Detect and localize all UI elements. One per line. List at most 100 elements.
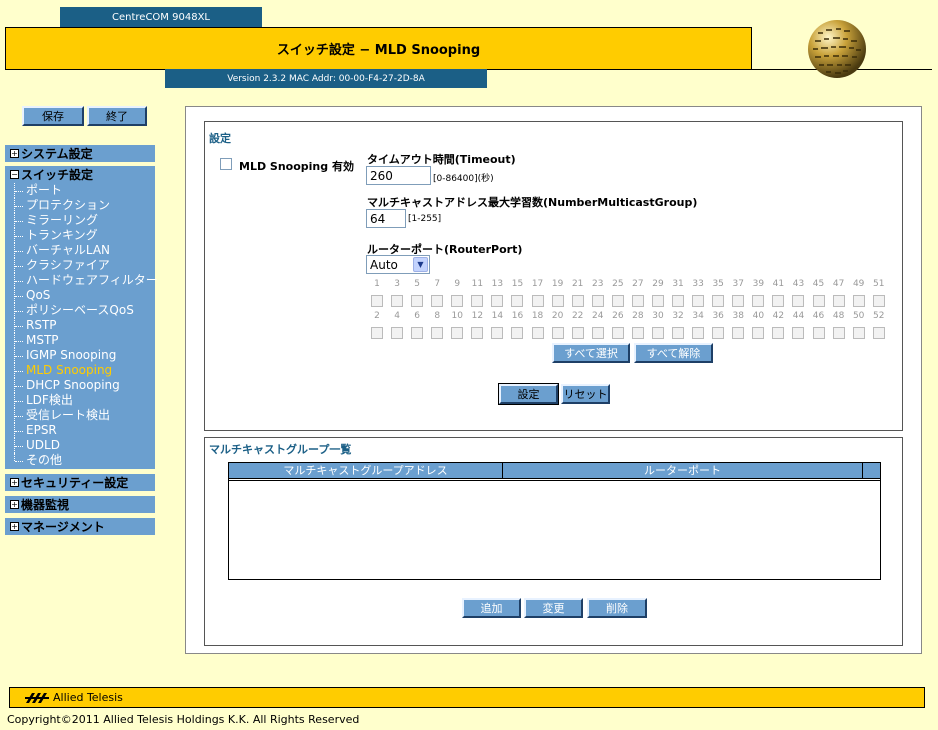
port-checkbox[interactable] — [692, 327, 705, 339]
router-port-select[interactable]: Auto ▼ — [366, 255, 430, 274]
sidebar-item-ldf[interactable]: LDF検出 — [5, 393, 155, 408]
menu-security-settings[interactable]: + セキュリティー設定 — [5, 474, 155, 491]
sidebar-item-policy-qos[interactable]: ポリシーベースQoS — [5, 303, 155, 318]
add-button[interactable]: 追加 — [462, 598, 521, 618]
menu-management[interactable]: + マネージメント — [5, 518, 155, 535]
port-checkbox[interactable] — [772, 295, 785, 307]
version-info: Version 2.3.2 MAC Addr: 00-00-F4-27-2D-8… — [165, 69, 487, 88]
port-checkbox[interactable] — [411, 295, 424, 307]
table-header-divider — [229, 480, 880, 481]
port-checkbox[interactable] — [491, 327, 504, 339]
menu-device-monitor[interactable]: + 機器監視 — [5, 496, 155, 513]
port-checkbox[interactable] — [852, 295, 865, 307]
port-checkbox[interactable] — [371, 295, 383, 307]
port-checkbox[interactable] — [411, 327, 424, 339]
port-checkbox[interactable] — [511, 327, 524, 339]
port-checkbox[interactable] — [591, 327, 604, 339]
port-checkbox[interactable] — [792, 295, 805, 307]
sidebar-item-qos[interactable]: QoS — [5, 288, 155, 303]
sidebar-item-classifier[interactable]: クラシファイア — [5, 258, 155, 273]
port-checkbox[interactable] — [812, 327, 825, 339]
port-checkbox[interactable] — [872, 295, 885, 307]
port-checkbox[interactable] — [852, 327, 865, 339]
max-groups-range: [1-255] — [408, 214, 442, 224]
port-checkbox[interactable] — [571, 327, 584, 339]
port-checkbox[interactable] — [551, 327, 564, 339]
port-checkbox[interactable] — [451, 295, 464, 307]
port-checkbox[interactable] — [451, 327, 464, 339]
port-checkbox[interactable] — [672, 327, 685, 339]
port-checkbox[interactable] — [511, 295, 524, 307]
sidebar-item-epsr[interactable]: EPSR — [5, 423, 155, 438]
sidebar-item-vlan[interactable]: バーチャルLAN — [5, 243, 155, 258]
sidebar-item-mstp[interactable]: MSTP — [5, 333, 155, 348]
sidebar-item-other[interactable]: その他 — [5, 453, 155, 468]
mld-enable-checkbox[interactable] — [220, 158, 232, 170]
port-checkbox[interactable] — [611, 295, 624, 307]
sidebar-item-trunking[interactable]: トランキング — [5, 228, 155, 243]
sidebar-item-mirroring[interactable]: ミラーリング — [5, 213, 155, 228]
port-checkbox[interactable] — [712, 327, 725, 339]
port-checkbox[interactable] — [591, 295, 604, 307]
port-checkbox[interactable] — [531, 295, 544, 307]
max-groups-label: マルチキャストアドレス最大学習数(NumberMulticastGroup) — [367, 196, 698, 209]
port-checkbox[interactable] — [732, 295, 745, 307]
timeout-input[interactable] — [366, 166, 431, 185]
port-checkbox[interactable] — [772, 327, 785, 339]
port-checkbox[interactable] — [391, 295, 404, 307]
port-checkbox[interactable] — [371, 327, 383, 339]
sidebar-item-port[interactable]: ポート — [5, 183, 155, 198]
port-checkbox[interactable] — [551, 295, 564, 307]
port-checkbox[interactable] — [631, 327, 644, 339]
port-checkbox[interactable] — [491, 295, 504, 307]
delete-button[interactable]: 削除 — [587, 598, 647, 618]
port-checkbox[interactable] — [752, 327, 765, 339]
port-checkbox[interactable] — [611, 327, 624, 339]
port-checkbox[interactable] — [531, 327, 544, 339]
change-button[interactable]: 変更 — [524, 598, 583, 618]
port-checkbox[interactable] — [712, 295, 725, 307]
reset-button[interactable]: リセット — [561, 384, 610, 404]
port-checkbox[interactable] — [872, 327, 885, 339]
sidebar-item-rstp[interactable]: RSTP — [5, 318, 155, 333]
set-button[interactable]: 設定 — [498, 383, 559, 405]
clear-all-button[interactable]: すべて解除 — [634, 343, 713, 363]
model-tab: CentreCOM 9048XL — [60, 7, 262, 27]
select-all-button[interactable]: すべて選択 — [552, 343, 630, 363]
sidebar-item-mld-snooping[interactable]: MLD Snooping — [5, 363, 155, 378]
port-checkbox[interactable] — [692, 295, 705, 307]
port-checkbox[interactable] — [732, 327, 745, 339]
port-checkbox[interactable] — [812, 295, 825, 307]
port-checkbox[interactable] — [431, 327, 444, 339]
port-checkbox[interactable] — [752, 295, 765, 307]
save-button[interactable]: 保存 — [22, 106, 84, 126]
port-checkbox[interactable] — [631, 295, 644, 307]
port-checkbox[interactable] — [832, 327, 845, 339]
menu-switch-settings[interactable]: − スイッチ設定 — [5, 166, 155, 183]
port-number-label: 14 — [491, 311, 504, 321]
exit-button[interactable]: 終了 — [87, 106, 147, 126]
port-number-label: 13 — [491, 279, 504, 289]
sidebar-item-protection[interactable]: プロテクション — [5, 198, 155, 213]
column-header-address[interactable]: マルチキャストグループアドレス — [229, 463, 503, 479]
port-checkbox[interactable] — [391, 327, 404, 339]
port-checkbox[interactable] — [431, 295, 444, 307]
port-checkbox[interactable] — [471, 295, 484, 307]
sidebar-item-igmp-snooping[interactable]: IGMP Snooping — [5, 348, 155, 363]
port-checkbox[interactable] — [651, 295, 664, 307]
menu-management-label: マネージメント — [21, 520, 105, 534]
port-checkbox[interactable] — [672, 295, 685, 307]
port-checkbox[interactable] — [792, 327, 805, 339]
max-groups-input[interactable] — [366, 209, 406, 228]
port-checkbox[interactable] — [832, 295, 845, 307]
port-checkbox[interactable] — [651, 327, 664, 339]
port-checkbox[interactable] — [571, 295, 584, 307]
menu-system-settings[interactable]: + システム設定 — [5, 145, 155, 162]
sidebar-item-dhcp-snooping[interactable]: DHCP Snooping — [5, 378, 155, 393]
sidebar-item-rate-detect[interactable]: 受信レート検出 — [5, 408, 155, 423]
sidebar-item-udld[interactable]: UDLD — [5, 438, 155, 453]
allied-telesis-logo-icon — [25, 692, 49, 703]
sidebar-item-hardware-filter[interactable]: ハードウェアフィルター — [5, 273, 158, 288]
column-header-router-port[interactable]: ルーターポート — [503, 463, 863, 479]
port-checkbox[interactable] — [471, 327, 484, 339]
